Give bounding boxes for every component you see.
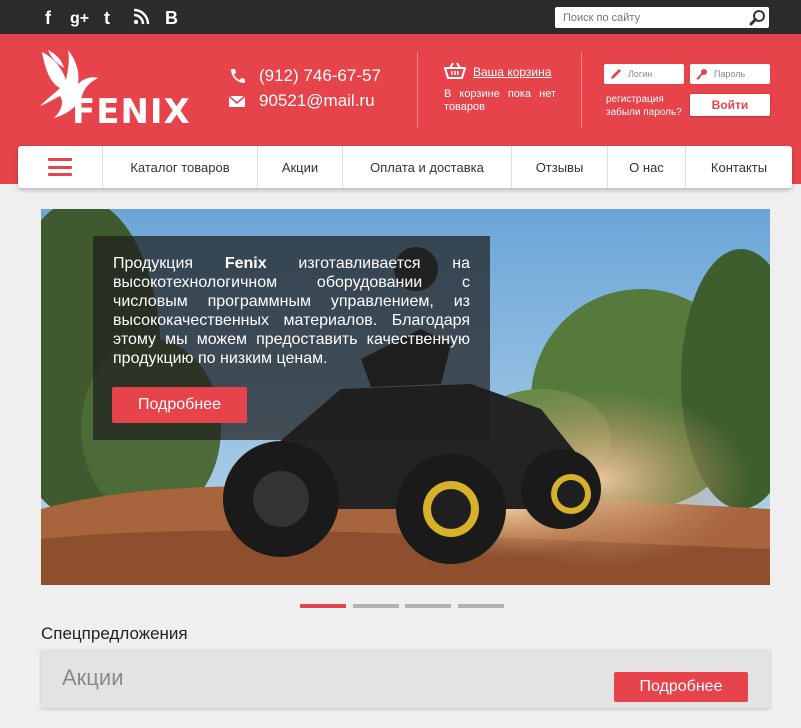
svg-text:B: B bbox=[165, 8, 178, 27]
phone-icon bbox=[231, 69, 245, 83]
brand-name: FENIX bbox=[72, 92, 191, 132]
login-placeholder: Логин bbox=[628, 69, 653, 79]
hero-more-button[interactable]: Подробнее bbox=[112, 387, 247, 423]
password-field[interactable]: Пароль bbox=[690, 64, 770, 84]
twitter-icon[interactable]: t bbox=[101, 7, 121, 27]
vk-icon[interactable]: B bbox=[162, 7, 182, 27]
register-link[interactable]: регистрация bbox=[606, 93, 682, 106]
google-plus-icon[interactable]: g+ bbox=[70, 7, 90, 27]
main-nav: Каталог товаров Акции Оплата и доставка … bbox=[18, 146, 792, 188]
nav-item-contacts[interactable]: Контакты bbox=[685, 146, 792, 188]
password-placeholder: Пароль bbox=[714, 69, 746, 79]
cart-status: В корзине пока нет товаров bbox=[444, 88, 556, 113]
hero-text-start: Продукция bbox=[113, 255, 225, 272]
slider-dot-2[interactable] bbox=[353, 604, 399, 608]
nav-item-reviews[interactable]: Отзывы bbox=[511, 146, 607, 188]
cart-link[interactable]: Ваша корзина bbox=[473, 65, 551, 79]
phone-row: (912) 746-67-57 bbox=[228, 66, 381, 86]
login-field[interactable]: Логин bbox=[604, 64, 684, 84]
svg-text:t: t bbox=[104, 8, 110, 27]
login-button[interactable]: Войти bbox=[690, 94, 770, 116]
forgot-password-link[interactable]: забыли пароль? bbox=[606, 106, 682, 119]
nav-item-catalog[interactable]: Каталог товаров bbox=[102, 146, 257, 188]
svg-text:g+: g+ bbox=[70, 10, 89, 27]
nav-item-promotions[interactable]: Акции bbox=[257, 146, 342, 188]
section-title: Спецпредложения bbox=[41, 624, 188, 643]
search-box bbox=[555, 7, 769, 28]
search-input[interactable] bbox=[555, 7, 740, 28]
header-divider bbox=[581, 52, 582, 128]
cart-icon[interactable] bbox=[443, 62, 467, 80]
top-bar: f g+ t B bbox=[0, 0, 801, 34]
slider-dot-4[interactable] bbox=[458, 604, 504, 608]
facebook-icon[interactable]: f bbox=[40, 7, 60, 27]
search-icon[interactable] bbox=[749, 9, 766, 26]
hamburger-icon bbox=[48, 158, 72, 176]
phone-number[interactable]: (912) 746-67-57 bbox=[259, 66, 381, 86]
slider-dot-1[interactable] bbox=[300, 604, 346, 608]
email-address[interactable]: 90521@mail.ru bbox=[259, 91, 375, 111]
rss-icon[interactable] bbox=[131, 7, 151, 27]
email-row: 90521@mail.ru bbox=[228, 91, 375, 111]
promo-card: Акции Подробнее bbox=[41, 650, 770, 708]
svg-text:f: f bbox=[45, 8, 52, 27]
header-divider bbox=[417, 52, 418, 128]
auth-links: регистрация забыли пароль? bbox=[606, 93, 682, 119]
promo-more-button[interactable]: Подробнее bbox=[614, 672, 748, 702]
hero-brand: Fenix bbox=[224, 255, 267, 272]
mail-icon bbox=[228, 95, 246, 107]
slider-dot-3[interactable] bbox=[405, 604, 451, 608]
menu-toggle[interactable] bbox=[18, 146, 102, 188]
hero-description: Продукция Fenix изготавливается на высок… bbox=[113, 254, 470, 368]
key-icon bbox=[696, 69, 707, 80]
nav-item-payment-delivery[interactable]: Оплата и доставка bbox=[342, 146, 511, 188]
pencil-icon bbox=[611, 69, 621, 79]
promo-title: Акции bbox=[62, 665, 124, 690]
nav-item-about[interactable]: О нас bbox=[607, 146, 685, 188]
